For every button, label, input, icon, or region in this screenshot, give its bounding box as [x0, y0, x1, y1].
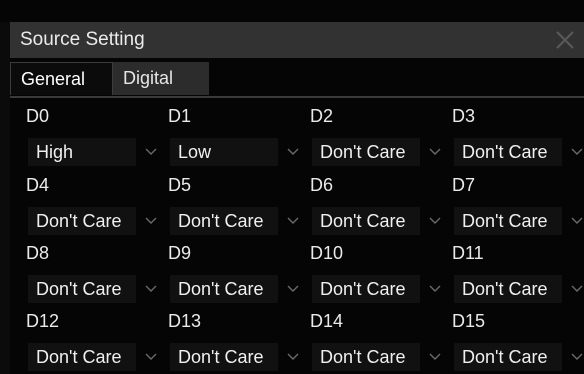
channel-label-d0: D0	[26, 106, 50, 126]
channel-select-value: Don't Care	[170, 343, 278, 371]
channel-select-d0[interactable]: High	[28, 138, 165, 166]
close-icon[interactable]	[552, 27, 578, 53]
channel-label-d5: D5	[168, 175, 192, 195]
channel-select-d7[interactable]: Don't Care	[454, 207, 584, 235]
top-strip	[0, 0, 584, 22]
channel-select-value: Low	[170, 138, 278, 166]
chevron-down-icon	[562, 275, 584, 303]
channel-select-d8[interactable]: Don't Care	[28, 275, 165, 303]
tab-bar: General Digital	[10, 62, 584, 98]
chevron-down-icon	[136, 343, 165, 371]
channel-select-d12[interactable]: Don't Care	[28, 343, 165, 371]
channel-select-d6[interactable]: Don't Care	[312, 207, 449, 235]
chevron-down-icon	[420, 275, 449, 303]
channel-label-d6: D6	[310, 175, 334, 195]
channel-select-value: Don't Care	[454, 207, 562, 235]
chevron-down-icon	[562, 343, 584, 371]
chevron-down-icon	[278, 138, 307, 166]
chevron-down-icon	[562, 138, 584, 166]
channel-label-d14: D14	[310, 311, 344, 331]
dialog-title: Source Setting	[20, 29, 145, 50]
chevron-down-icon	[278, 343, 307, 371]
chevron-down-icon	[278, 275, 307, 303]
tab-general[interactable]: General	[10, 62, 113, 95]
channel-label-d1: D1	[168, 106, 192, 126]
channel-select-value: Don't Care	[312, 138, 420, 166]
channel-label-d13: D13	[168, 311, 202, 331]
chevron-down-icon	[420, 138, 449, 166]
dialog-titlebar: Source Setting	[10, 22, 584, 58]
channel-select-d14[interactable]: Don't Care	[312, 343, 449, 371]
channel-select-value: Don't Care	[312, 275, 420, 303]
channel-label-d7: D7	[452, 175, 476, 195]
chevron-down-icon	[136, 275, 165, 303]
channel-select-d2[interactable]: Don't Care	[312, 138, 449, 166]
channel-label-d2: D2	[310, 106, 334, 126]
channel-select-value: Don't Care	[454, 343, 562, 371]
channel-select-value: Don't Care	[312, 207, 420, 235]
channel-label-d9: D9	[168, 243, 192, 263]
channel-select-value: Don't Care	[312, 343, 420, 371]
chevron-down-icon	[136, 207, 165, 235]
channel-select-d13[interactable]: Don't Care	[170, 343, 307, 371]
channel-select-value: Don't Care	[454, 275, 562, 303]
chevron-down-icon	[136, 138, 165, 166]
channel-select-d3[interactable]: Don't Care	[454, 138, 584, 166]
chevron-down-icon	[420, 207, 449, 235]
channel-select-d1[interactable]: Low	[170, 138, 307, 166]
channel-label-d15: D15	[452, 311, 486, 331]
channel-select-d11[interactable]: Don't Care	[454, 275, 584, 303]
channel-select-value: Don't Care	[28, 207, 136, 235]
channel-select-value: Don't Care	[28, 275, 136, 303]
channel-label-d4: D4	[26, 175, 50, 195]
channel-label-d8: D8	[26, 243, 50, 263]
channel-label-d12: D12	[26, 311, 60, 331]
tab-general-label: General	[21, 68, 86, 89]
channel-label-d10: D10	[310, 243, 344, 263]
channel-select-value: Don't Care	[28, 343, 136, 371]
tab-digital[interactable]: Digital	[113, 62, 209, 95]
channel-label-d11: D11	[452, 243, 484, 263]
chevron-down-icon	[562, 207, 584, 235]
channel-select-d9[interactable]: Don't Care	[170, 275, 307, 303]
channel-select-value: Don't Care	[170, 207, 278, 235]
channel-label-d3: D3	[452, 106, 476, 126]
channel-select-value: High	[28, 138, 136, 166]
channel-select-d15[interactable]: Don't Care	[454, 343, 584, 371]
tab-digital-label: Digital	[123, 68, 174, 88]
channel-select-d5[interactable]: Don't Care	[170, 207, 307, 235]
chevron-down-icon	[278, 207, 307, 235]
channel-select-value: Don't Care	[454, 138, 562, 166]
chevron-down-icon	[420, 343, 449, 371]
channel-select-d4[interactable]: Don't Care	[28, 207, 165, 235]
channel-select-value: Don't Care	[170, 275, 278, 303]
channel-select-d10[interactable]: Don't Care	[312, 275, 449, 303]
